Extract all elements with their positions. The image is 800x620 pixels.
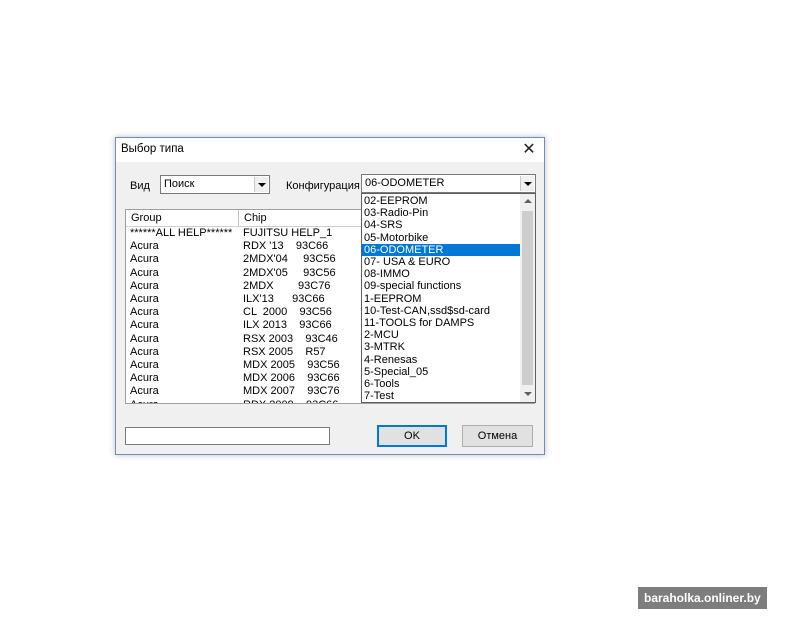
chip-cell: MDX 2005 93C56 — [243, 359, 340, 371]
group-cell: Acura — [130, 266, 159, 279]
scroll-thumb[interactable] — [522, 211, 533, 385]
dropdown-option[interactable]: 03-Radio-Pin — [362, 207, 520, 219]
chip-cell: FUJITSU HELP_1 — [243, 227, 333, 239]
group-cell: Acura — [130, 372, 159, 385]
scroll-down-icon[interactable] — [520, 387, 535, 402]
view-select-value: Поиск — [164, 178, 195, 190]
dropdown-option[interactable]: 10-Test-CAN,ssd$sd-card — [362, 305, 520, 317]
chip-cell: RDX 2009 93C66 — [243, 399, 338, 403]
column-header-chip[interactable]: Chip — [239, 210, 369, 226]
dropdown-option[interactable]: 11-TOOLS for DAMPS — [362, 317, 520, 329]
dropdown-scrollbar[interactable] — [520, 194, 535, 402]
config-select-value: 06-ODOMETER — [365, 177, 445, 189]
dropdown-option[interactable]: 07- USA & EURO — [362, 256, 520, 268]
cancel-button[interactable]: Отмена — [462, 425, 533, 447]
group-cell: Acura — [130, 240, 159, 253]
config-dropdown-list[interactable]: 02-EEPROM 03-Radio-Pin 04-SRS 05-Motorbike 0… — [361, 193, 536, 403]
dropdown-option[interactable]: 09-special functions — [362, 280, 520, 292]
view-select[interactable]: Поиск — [160, 175, 270, 194]
title-bar[interactable]: Выбор типа ✕ — [116, 138, 544, 162]
dropdown-option[interactable]: 08-IMMO — [362, 268, 520, 280]
dropdown-option[interactable]: 05-Motorbike — [362, 232, 520, 244]
chevron-down-icon[interactable] — [254, 177, 268, 192]
dropdown-option[interactable]: 4-Renesas — [362, 354, 520, 366]
chip-cell: RSX 2005 R57 — [243, 345, 326, 358]
dropdown-option[interactable]: 06-ODOMETER — [362, 243, 520, 257]
group-cell: Acura — [130, 332, 159, 345]
group-cell: ******ALL HELP****** — [130, 227, 233, 239]
close-icon[interactable]: ✕ — [514, 138, 544, 162]
column-header-group[interactable]: Group — [126, 210, 239, 226]
status-field[interactable] — [125, 427, 330, 445]
dropdown-option[interactable]: 6-Tools — [362, 378, 520, 390]
chip-cell: MDX 2007 93C76 — [243, 385, 340, 398]
group-cell: Acura — [130, 279, 159, 292]
group-cell: Acura — [130, 253, 159, 266]
ok-button[interactable]: OK — [377, 425, 447, 447]
chip-cell: RDX '13 93C66 — [243, 240, 329, 253]
select-type-dialog: Выбор типа ✕ Вид Поиск Конфигурация 06-O… — [115, 137, 545, 455]
group-cell: Acura — [130, 306, 159, 319]
dropdown-option[interactable]: 5-Special_05 — [362, 366, 520, 378]
chip-cell: CL 2000 93C56 — [243, 306, 332, 319]
chip-cell: 2MDX'04 93C56 — [243, 253, 336, 266]
dropdown-option[interactable]: 1-EEPROM — [362, 293, 520, 305]
chevron-down-icon[interactable] — [520, 176, 534, 191]
watermark: baraholka.onliner.by — [638, 587, 767, 609]
group-cell: Acura — [130, 385, 159, 398]
group-cell: Acura — [130, 399, 159, 403]
chip-cell: RSX 2003 93C46 — [243, 332, 338, 345]
group-cell: Acura — [130, 345, 159, 358]
group-cell: Acura — [130, 293, 159, 305]
dropdown-option[interactable]: 3-MTRK — [362, 341, 520, 353]
config-label: Конфигурация — [286, 180, 360, 192]
chip-cell: 2MDX'05 93C56 — [243, 266, 336, 279]
config-select[interactable]: 06-ODOMETER — [361, 174, 536, 193]
dropdown-option[interactable]: 04-SRS — [362, 219, 520, 231]
group-cell: Acura — [130, 359, 159, 371]
dropdown-option[interactable]: 7-Test — [362, 390, 520, 402]
window-title: Выбор типа — [121, 143, 184, 155]
chip-cell: MDX 2006 93C66 — [243, 372, 340, 385]
dropdown-option[interactable]: 2-MCU — [362, 329, 520, 341]
scroll-up-icon[interactable] — [520, 194, 535, 209]
dropdown-option[interactable]: 02-EEPROM — [362, 195, 520, 207]
chip-cell: 2MDX 93C76 — [243, 279, 331, 292]
chip-cell: ILX 2013 93C66 — [243, 319, 332, 332]
chip-cell: ILX'13 93C66 — [243, 293, 325, 305]
view-label: Вид — [130, 180, 150, 192]
group-cell: Acura — [130, 319, 159, 332]
